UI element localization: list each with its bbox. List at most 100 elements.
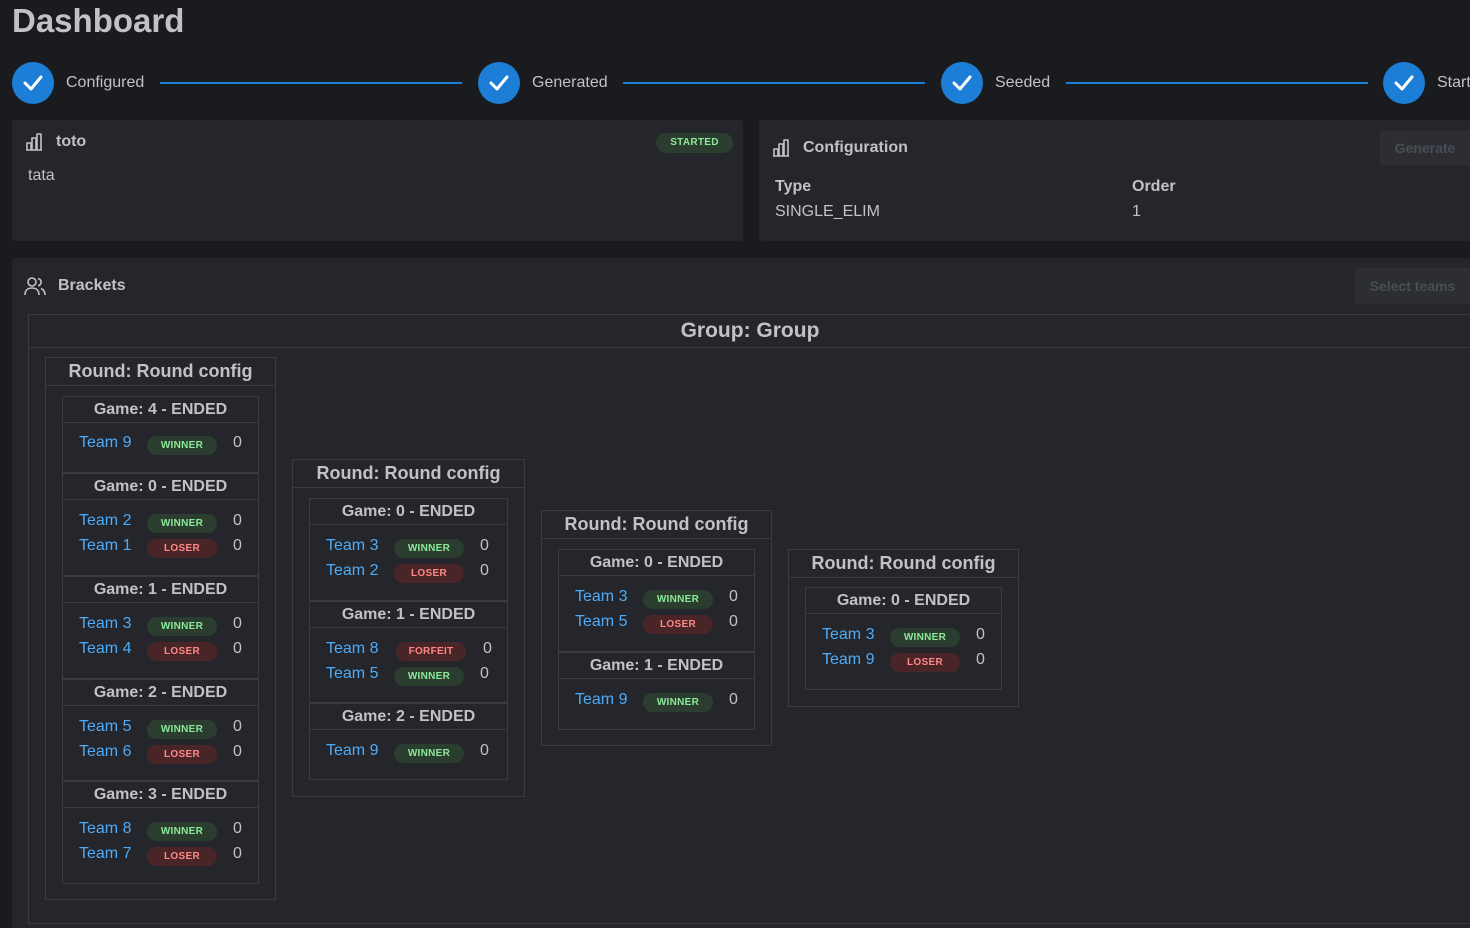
game-title: Game: 0 - ENDED [63, 474, 258, 500]
bar-chart-icon [773, 139, 789, 157]
team-score: 0 [233, 718, 242, 735]
team-link[interactable]: Team 9 [326, 742, 378, 760]
team-link[interactable]: Team 3 [326, 537, 378, 555]
match-row: Team 9 WINNER 0 [63, 432, 258, 457]
result-badge: WINNER [147, 822, 217, 841]
match-row: Team 8 WINNER 0 [63, 818, 258, 843]
result-badge: WINNER [643, 590, 713, 609]
team-link[interactable]: Team 9 [575, 691, 627, 709]
team-link[interactable]: Team 4 [79, 640, 131, 658]
match-row: Team 3 WINNER 0 [806, 624, 1001, 649]
tournament-name: toto [56, 133, 87, 150]
team-link[interactable]: Team 5 [326, 665, 378, 683]
team-link[interactable]: Team 3 [79, 615, 131, 633]
team-score: 0 [480, 561, 489, 579]
team-score: 0 [483, 640, 492, 657]
card-header: Brackets [24, 275, 126, 297]
team-link[interactable]: Team 5 [79, 718, 131, 736]
check-icon [1383, 62, 1425, 104]
type-value: SINGLE_ELIM [775, 203, 880, 220]
team-score: 0 [233, 844, 242, 862]
step-label: Configured [66, 74, 145, 91]
result-badge: WINNER [394, 539, 464, 558]
game-card: Game: 1 - ENDED Team 9 WINNER 0 [558, 652, 755, 730]
game-card: Game: 0 - ENDED Team 3 WINNER 0 Team 9 L… [805, 587, 1002, 690]
stepper: Configured Generated Seeded Start [12, 62, 1470, 104]
card-header: toto [24, 132, 86, 152]
team-link[interactable]: Team 2 [79, 512, 131, 530]
team-score: 0 [729, 691, 738, 708]
step-seeded[interactable]: Seeded [941, 62, 1050, 104]
game-title: Game: 1 - ENDED [559, 653, 754, 679]
result-badge: WINNER [890, 628, 960, 647]
team-link[interactable]: Team 3 [575, 588, 627, 606]
step-started[interactable]: Start [1383, 62, 1470, 104]
result-badge: WINNER [147, 514, 217, 533]
team-score: 0 [480, 537, 489, 554]
tournament-description: tata [28, 167, 55, 184]
round-column: Round: Round config Game: 0 - ENDED Team… [788, 549, 1019, 707]
step-label: Start [1437, 74, 1470, 91]
game-title: Game: 0 - ENDED [559, 550, 754, 576]
select-teams-button[interactable]: Select teams [1355, 268, 1470, 304]
round-column: Round: Round config Game: 0 - ENDED Team… [541, 510, 772, 746]
game-title: Game: 4 - ENDED [63, 397, 258, 423]
team-link[interactable]: Team 5 [575, 613, 627, 631]
match-row: Team 5 WINNER 0 [310, 663, 507, 688]
bar-chart-icon [26, 133, 42, 151]
card-title: Configuration [803, 139, 908, 156]
tournament-card: toto STARTED tata [12, 120, 743, 241]
team-score: 0 [233, 639, 242, 657]
game-card: Game: 1 - ENDED Team 3 WINNER 0 Team 4 L… [62, 576, 259, 679]
team-link[interactable]: Team 7 [79, 845, 131, 863]
match-row: Team 9 WINNER 0 [310, 740, 507, 765]
team-link[interactable]: Team 8 [326, 640, 378, 658]
generate-button[interactable]: Generate [1380, 130, 1470, 166]
result-badge: FORFEIT [396, 642, 466, 661]
page-title: Dashboard [12, 2, 185, 39]
game-card: Game: 2 - ENDED Team 9 WINNER 0 [309, 703, 508, 780]
game-card: Game: 3 - ENDED Team 8 WINNER 0 Team 7 L… [62, 781, 259, 884]
team-link[interactable]: Team 1 [79, 537, 131, 555]
round-title: Round: Round config [46, 358, 275, 386]
order-value: 1 [1132, 203, 1141, 220]
game-title: Game: 0 - ENDED [310, 499, 507, 525]
team-link[interactable]: Team 6 [79, 743, 131, 761]
match-row: Team 8 FORFEIT 0 [310, 638, 507, 663]
team-score: 0 [233, 615, 242, 632]
step-configured[interactable]: Configured [12, 62, 144, 104]
status-badge: STARTED [656, 133, 733, 153]
round-column: Round: Round config Game: 0 - ENDED Team… [292, 459, 525, 797]
team-score: 0 [233, 512, 242, 529]
team-score: 0 [729, 612, 738, 630]
match-row: Team 4 LOSER 0 [63, 638, 258, 663]
result-badge: WINNER [394, 744, 464, 763]
result-badge: LOSER [643, 614, 713, 634]
team-score: 0 [233, 742, 242, 760]
game-card: Game: 0 - ENDED Team 2 WINNER 0 Team 1 L… [62, 473, 259, 576]
step-generated[interactable]: Generated [478, 62, 608, 104]
step-label: Generated [532, 74, 608, 91]
team-link[interactable]: Team 9 [822, 651, 874, 669]
result-badge: LOSER [147, 744, 217, 764]
team-score: 0 [976, 650, 985, 668]
step-connector [160, 82, 462, 84]
team-link[interactable]: Team 9 [79, 434, 131, 452]
team-score: 0 [480, 664, 489, 682]
result-badge: LOSER [147, 641, 217, 661]
step-connector [1066, 82, 1368, 84]
team-score: 0 [729, 588, 738, 605]
step-connector [623, 82, 925, 84]
team-score: 0 [233, 536, 242, 554]
match-row: Team 6 LOSER 0 [63, 741, 258, 766]
team-link[interactable]: Team 8 [79, 820, 131, 838]
game-title: Game: 1 - ENDED [310, 602, 507, 628]
round-title: Round: Round config [542, 511, 771, 539]
team-link[interactable]: Team 2 [326, 562, 378, 580]
game-card: Game: 4 - ENDED Team 9 WINNER 0 [62, 396, 259, 473]
result-badge: WINNER [643, 693, 713, 712]
team-score: 0 [233, 820, 242, 837]
team-link[interactable]: Team 3 [822, 626, 874, 644]
match-row: Team 3 WINNER 0 [559, 586, 754, 611]
match-row: Team 7 LOSER 0 [63, 843, 258, 868]
